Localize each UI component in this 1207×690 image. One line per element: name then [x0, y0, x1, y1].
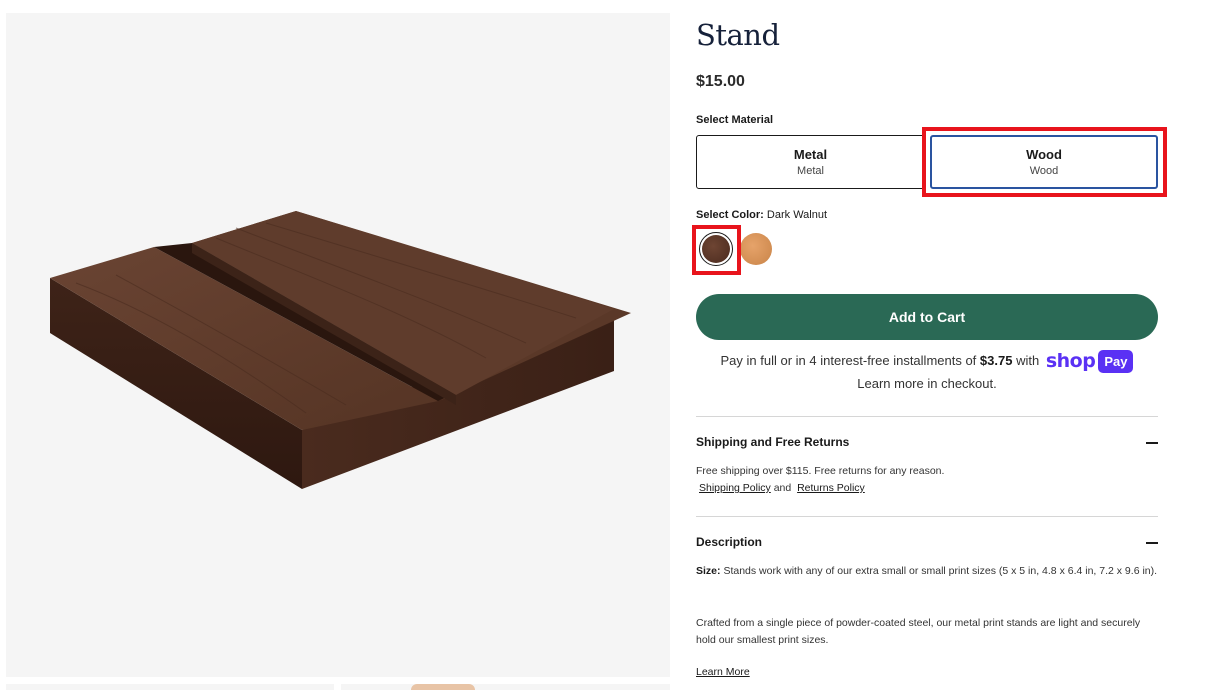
shipping-text: Free shipping over $115. Free returns fo…	[696, 465, 945, 477]
divider	[696, 416, 1158, 417]
material-option-title: Wood	[1026, 147, 1062, 162]
shop-pay-logo[interactable]: shop Pay	[1046, 350, 1134, 374]
returns-policy-link[interactable]: Returns Policy	[797, 482, 865, 494]
product-price: $15.00	[696, 73, 745, 90]
color-label: Select Color: Dark Walnut	[696, 209, 828, 221]
collapse-minus-icon[interactable]	[1146, 442, 1158, 444]
material-label: Select Material	[696, 114, 774, 126]
product-image-main[interactable]	[6, 13, 670, 677]
product-thumbnail[interactable]	[341, 684, 670, 690]
material-option-subtitle: Metal	[797, 165, 824, 177]
shipping-accordion-title[interactable]: Shipping and Free Returns	[696, 435, 849, 449]
description-size: Size: Stands work with any of our extra …	[696, 565, 1158, 577]
learn-more-link[interactable]: Learn More	[696, 666, 750, 678]
installment-amount: $3.75	[979, 353, 1013, 368]
product-thumbnail[interactable]	[6, 684, 334, 690]
shipping-links: Shipping Policy and Returns Policy	[699, 482, 865, 494]
learn-more-checkout: Learn more in checkout.	[857, 376, 997, 392]
shipping-policy-link[interactable]: Shipping Policy	[699, 482, 771, 494]
description-crafted: Crafted from a single piece of powder-co…	[696, 617, 1141, 646]
installments-info: Pay in full or in 4 interest-free instal…	[696, 350, 1158, 394]
wood-stand-image	[50, 211, 631, 489]
divider	[696, 516, 1158, 517]
swatch-oak[interactable]	[740, 233, 772, 265]
material-option-wood[interactable]: Wood Wood	[930, 135, 1158, 189]
description-accordion-title[interactable]: Description	[696, 535, 762, 549]
selected-color-value: Dark Walnut	[766, 209, 828, 221]
add-to-cart-button[interactable]: Add to Cart	[696, 294, 1158, 340]
thumbnail-hand-image	[411, 684, 475, 690]
material-option-metal[interactable]: Metal Metal	[696, 135, 925, 189]
collapse-minus-icon[interactable]	[1146, 542, 1158, 544]
material-option-subtitle: Wood	[1029, 165, 1059, 177]
swatch-dark-walnut[interactable]	[699, 232, 733, 266]
material-option-title: Metal	[793, 147, 828, 162]
product-title: Stand	[696, 18, 780, 52]
